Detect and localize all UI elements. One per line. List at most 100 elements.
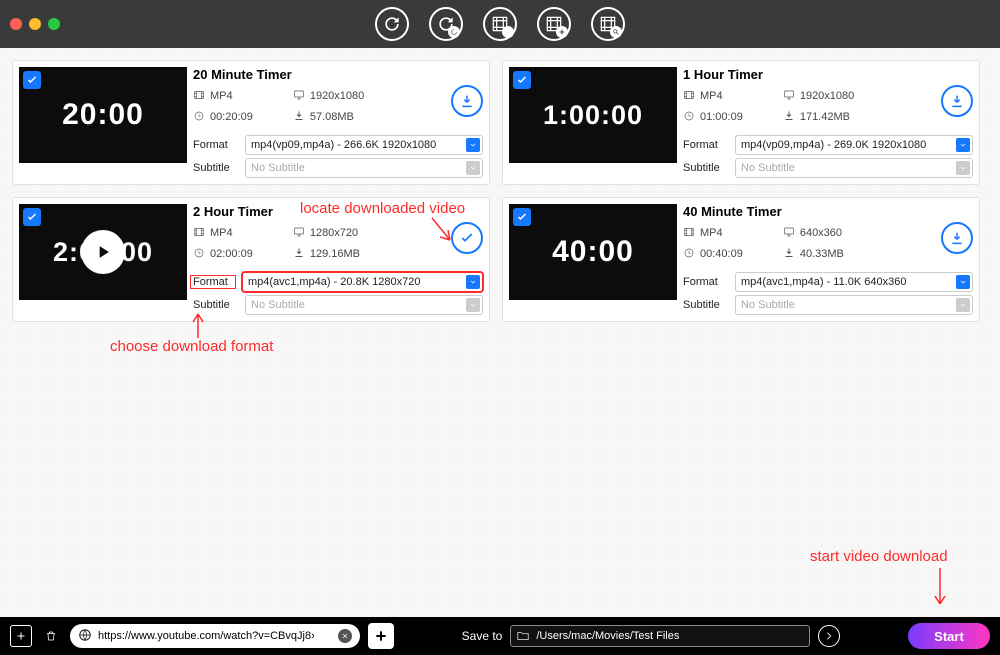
subtitle-label: Subtitle bbox=[193, 162, 239, 174]
select-checkbox[interactable] bbox=[23, 71, 41, 89]
download-icon bbox=[783, 247, 795, 262]
film-search-icon[interactable] bbox=[591, 7, 625, 41]
film-icon bbox=[193, 226, 205, 241]
thumbnail-text: 40:00 bbox=[552, 235, 634, 269]
dropdown-arrow-icon bbox=[956, 298, 970, 312]
locate-file-button[interactable] bbox=[451, 222, 483, 254]
duration-value: 00:40:09 bbox=[700, 249, 743, 260]
open-folder-button[interactable] bbox=[818, 625, 840, 647]
format-label: Format bbox=[190, 275, 236, 289]
video-thumbnail[interactable]: 2:00:00 bbox=[19, 204, 187, 300]
bottom-bar: https://www.youtube.com/watch?v=CBvqJj8›… bbox=[0, 617, 1000, 655]
duration-value: 02:00:09 bbox=[210, 249, 253, 260]
thumbnail-text: 20:00 bbox=[62, 98, 144, 132]
format-select[interactable]: mp4(vp09,mp4a) - 269.0K 1920x1080 bbox=[735, 135, 973, 155]
annotation-start: start video download bbox=[810, 548, 948, 565]
clock-icon bbox=[683, 110, 695, 125]
saveto-path-field[interactable]: /Users/mac/Movies/Test Files bbox=[510, 625, 810, 647]
select-checkbox[interactable] bbox=[513, 208, 531, 226]
duration-value: 00:20:09 bbox=[210, 112, 253, 123]
video-card: 20:00 20 Minute Timer MP4 00:20:09 1920x… bbox=[12, 60, 490, 185]
submit-url-button[interactable] bbox=[368, 623, 394, 649]
clock-icon bbox=[193, 110, 205, 125]
size-value: 40.33MB bbox=[800, 249, 844, 260]
format-select[interactable]: mp4(avc1,mp4a) - 20.8K 1280x720 bbox=[242, 272, 483, 292]
dropdown-arrow-icon bbox=[466, 275, 480, 289]
select-checkbox[interactable] bbox=[513, 71, 531, 89]
download-button[interactable] bbox=[941, 222, 973, 254]
film-add-icon[interactable] bbox=[537, 7, 571, 41]
trash-icon[interactable] bbox=[40, 625, 62, 647]
format-select[interactable]: mp4(avc1,mp4a) - 11.0K 640x360 bbox=[735, 272, 973, 292]
download-icon bbox=[293, 247, 305, 262]
film-icon bbox=[193, 89, 205, 104]
size-value: 57.08MB bbox=[310, 112, 354, 123]
refresh-alt-icon[interactable] bbox=[429, 7, 463, 41]
subtitle-value: No Subtitle bbox=[741, 162, 795, 174]
dropdown-arrow-icon bbox=[466, 298, 480, 312]
url-input[interactable]: https://www.youtube.com/watch?v=CBvqJj8› bbox=[70, 624, 360, 648]
codec-value: MP4 bbox=[210, 91, 233, 102]
video-title: 20 Minute Timer bbox=[193, 67, 483, 82]
thumbnail-text: 1:00:00 bbox=[543, 100, 643, 131]
close-window[interactable] bbox=[10, 18, 22, 30]
dropdown-arrow-icon bbox=[956, 161, 970, 175]
video-card: 2:00:00 2 Hour Timer MP4 02:00:09 1280x7… bbox=[12, 197, 490, 322]
dropdown-arrow-icon bbox=[956, 275, 970, 289]
subtitle-value: No Subtitle bbox=[251, 162, 305, 174]
video-title: 2 Hour Timer bbox=[193, 204, 483, 219]
subtitle-value: No Subtitle bbox=[251, 299, 305, 311]
play-icon[interactable] bbox=[81, 230, 125, 274]
download-button[interactable] bbox=[451, 85, 483, 117]
video-title: 1 Hour Timer bbox=[683, 67, 973, 82]
dropdown-arrow-icon bbox=[466, 161, 480, 175]
subtitle-select[interactable]: No Subtitle bbox=[735, 158, 973, 178]
saveto-label: Save to bbox=[462, 629, 503, 643]
start-button[interactable]: Start bbox=[908, 623, 990, 649]
film-icon bbox=[683, 226, 695, 241]
annotation-choose: choose download format bbox=[110, 338, 273, 355]
monitor-icon bbox=[293, 89, 305, 104]
video-title: 40 Minute Timer bbox=[683, 204, 973, 219]
download-icon bbox=[293, 110, 305, 125]
add-task-icon[interactable] bbox=[10, 625, 32, 647]
format-label: Format bbox=[683, 276, 729, 288]
codec-value: MP4 bbox=[210, 228, 233, 239]
resolution-value: 640x360 bbox=[800, 228, 842, 239]
dropdown-arrow-icon bbox=[956, 138, 970, 152]
download-button[interactable] bbox=[941, 85, 973, 117]
format-label: Format bbox=[193, 139, 239, 151]
video-thumbnail[interactable]: 20:00 bbox=[19, 67, 187, 163]
video-grid: 20:00 20 Minute Timer MP4 00:20:09 1920x… bbox=[0, 48, 1000, 334]
subtitle-select[interactable]: No Subtitle bbox=[245, 295, 483, 315]
minimize-window[interactable] bbox=[29, 18, 41, 30]
format-select[interactable]: mp4(vp09,mp4a) - 266.6K 1920x1080 bbox=[245, 135, 483, 155]
window-controls bbox=[10, 18, 60, 30]
film-icon bbox=[683, 89, 695, 104]
duration-value: 01:00:09 bbox=[700, 112, 743, 123]
subtitle-label: Subtitle bbox=[683, 162, 729, 174]
monitor-icon bbox=[293, 226, 305, 241]
clock-icon bbox=[193, 247, 205, 262]
format-value: mp4(vp09,mp4a) - 266.6K 1920x1080 bbox=[251, 139, 436, 151]
saveto-path-text: /Users/mac/Movies/Test Files bbox=[536, 630, 679, 642]
subtitle-select[interactable]: No Subtitle bbox=[245, 158, 483, 178]
folder-icon bbox=[516, 629, 530, 643]
subtitle-select[interactable]: No Subtitle bbox=[735, 295, 973, 315]
resolution-value: 1920x1080 bbox=[800, 91, 854, 102]
size-value: 129.16MB bbox=[310, 249, 360, 260]
subtitle-label: Subtitle bbox=[683, 299, 729, 311]
refresh-icon[interactable] bbox=[375, 7, 409, 41]
video-card: 1:00:00 1 Hour Timer MP4 01:00:09 1920x1… bbox=[502, 60, 980, 185]
clear-url-icon[interactable] bbox=[338, 629, 352, 643]
start-button-label: Start bbox=[934, 629, 964, 644]
clock-icon bbox=[683, 247, 695, 262]
codec-value: MP4 bbox=[700, 91, 723, 102]
zoom-window[interactable] bbox=[48, 18, 60, 30]
select-checkbox[interactable] bbox=[23, 208, 41, 226]
video-thumbnail[interactable]: 1:00:00 bbox=[509, 67, 677, 163]
dropdown-arrow-icon bbox=[466, 138, 480, 152]
film-download-icon[interactable] bbox=[483, 7, 517, 41]
video-thumbnail[interactable]: 40:00 bbox=[509, 204, 677, 300]
url-text: https://www.youtube.com/watch?v=CBvqJj8› bbox=[98, 630, 332, 642]
